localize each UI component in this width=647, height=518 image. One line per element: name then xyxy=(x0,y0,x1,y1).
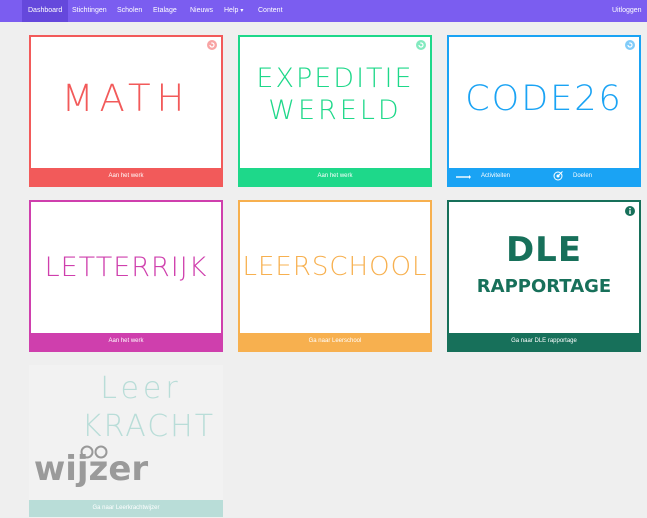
info-icon[interactable] xyxy=(625,206,635,216)
letterrijk-logo: LETTERRIJK xyxy=(44,252,208,283)
refresh-icon[interactable] xyxy=(207,40,217,50)
activiteiten-button[interactable]: Activiteiten xyxy=(481,168,510,185)
nav-nieuws[interactable]: Nieuws xyxy=(190,0,213,22)
card-letterrijk[interactable]: LETTERRIJK Aan het werk xyxy=(29,200,223,352)
refresh-icon[interactable] xyxy=(416,40,426,50)
nav-etalage[interactable]: Etalage xyxy=(153,0,177,22)
target-icon xyxy=(553,171,563,181)
leerkracht-footer-button[interactable]: Ga naar Leerkrachtwijzer xyxy=(29,500,223,517)
pen-icon xyxy=(456,175,471,179)
card-dle-rapportage[interactable]: DLE RAPPORTAGE Ga naar DLE rapportage xyxy=(447,200,641,352)
leerkracht-logo-line1: Leer xyxy=(100,371,182,406)
nav-help-label: Help xyxy=(224,7,239,14)
nav-dashboard[interactable]: Dashboard xyxy=(22,0,69,22)
doelen-button[interactable]: Doelen xyxy=(573,168,592,185)
code26-logo: CODE26 xyxy=(465,79,623,119)
logout-link[interactable]: Uitloggen xyxy=(612,0,642,22)
leerschool-logo: LEERSCHOOL xyxy=(242,252,428,282)
top-navbar: Dashboard Stichtingen Scholen Etalage Ni… xyxy=(0,0,647,22)
card-math[interactable]: MATH Aan het werk xyxy=(29,35,223,187)
card-code26[interactable]: CODE26 Activiteiten Doelen xyxy=(447,35,641,187)
wijzer-logo: wijzer xyxy=(33,449,149,489)
math-footer-button[interactable]: Aan het werk xyxy=(31,168,221,185)
chevron-down-icon: ▾ xyxy=(240,8,244,14)
leerkracht-logo-line2: KRACHT xyxy=(81,409,216,444)
nav-stichtingen[interactable]: Stichtingen xyxy=(72,0,107,22)
dle-logo: DLE xyxy=(505,230,583,270)
expeditie-logo-line1: EXPEDITIE xyxy=(256,63,414,94)
expeditie-logo-line2: WERELD xyxy=(268,95,402,126)
refresh-icon[interactable] xyxy=(625,40,635,50)
nav-content[interactable]: Content xyxy=(258,0,283,22)
rapportage-logo: RAPPORTAGE xyxy=(476,276,612,297)
math-logo: MATH xyxy=(61,77,191,120)
expeditie-footer-button[interactable]: Aan het werk xyxy=(240,168,430,185)
code26-footer: Activiteiten Doelen xyxy=(449,168,639,185)
dle-footer-button[interactable]: Ga naar DLE rapportage xyxy=(449,333,639,350)
leerschool-footer-button[interactable]: Ga naar Leerschool xyxy=(240,333,430,350)
nav-help[interactable]: Help ▾ xyxy=(224,0,243,22)
letterrijk-footer-button[interactable]: Aan het werk xyxy=(31,333,221,350)
nav-scholen[interactable]: Scholen xyxy=(117,0,142,22)
card-leerschool[interactable]: LEERSCHOOL Ga naar Leerschool xyxy=(238,200,432,352)
card-expeditie-wereld[interactable]: EXPEDITIE WERELD Aan het werk xyxy=(238,35,432,187)
card-leerkrachtwijzer[interactable]: Leer KRACHT wijzer Ga naar Leerkrachtwij… xyxy=(29,365,223,517)
